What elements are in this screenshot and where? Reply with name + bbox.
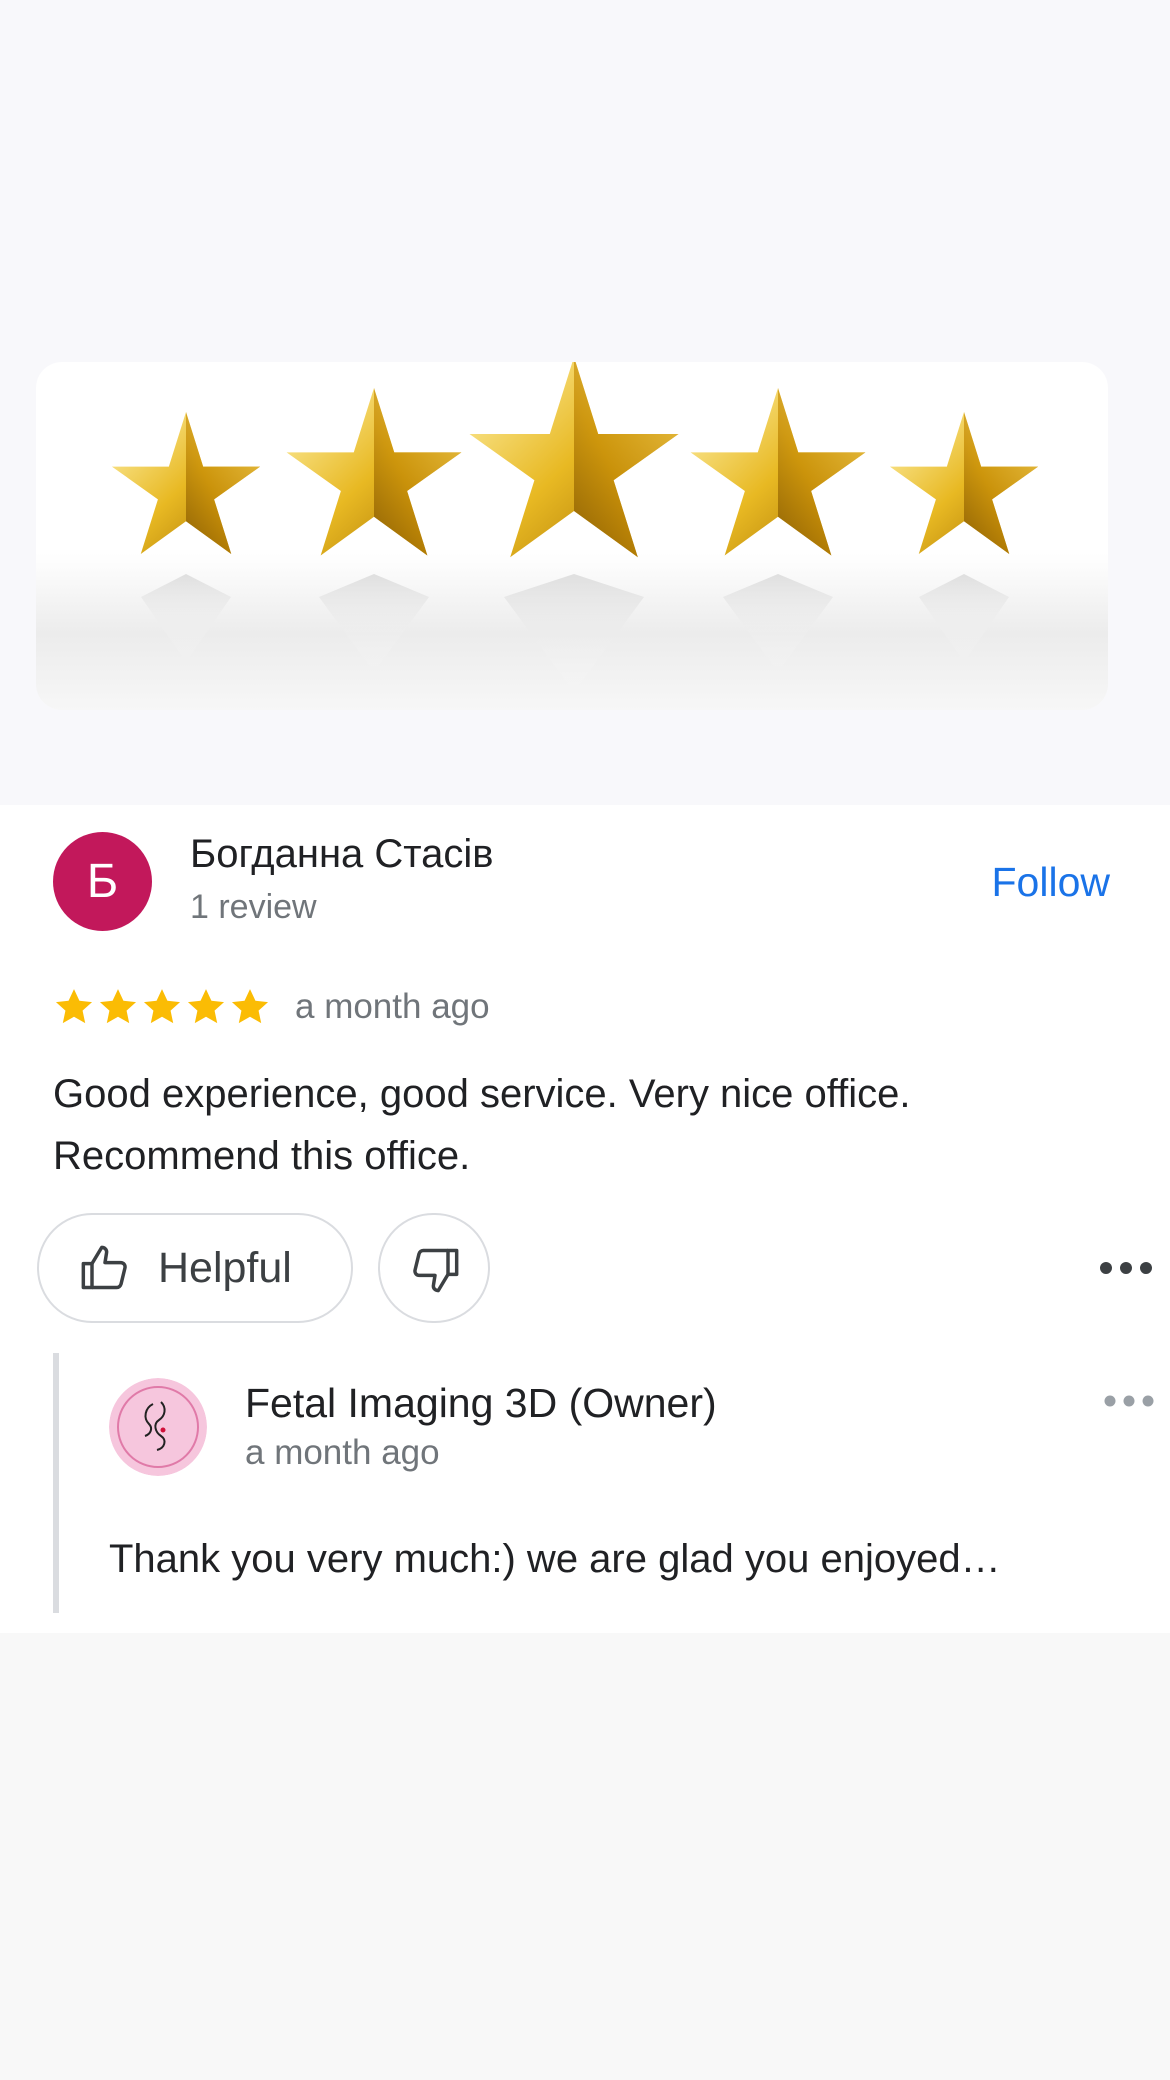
avatar-letter: Б [86,855,119,908]
review-photo-five-stars[interactable] [36,362,1108,710]
star-icon [53,985,95,1029]
owner-reply-time: a month ago [245,1433,440,1472]
reviewer-name[interactable]: Богданна Стасів [190,832,494,877]
owner-name: Fetal Imaging 3D (Owner) [245,1380,717,1426]
star-icon [229,985,271,1029]
reviewer-avatar[interactable]: Б [53,832,152,931]
owner-avatar[interactable] [109,1378,207,1476]
fetal-imaging-logo-icon [109,1378,207,1476]
star-icon [185,985,227,1029]
follow-button[interactable]: Follow [950,852,1110,912]
thumbs-down-icon [409,1244,461,1296]
star-rating [53,985,271,1031]
reply-more-options-icon[interactable] [1101,1389,1157,1413]
review-time: a month ago [295,987,490,1026]
reply-divider [53,1353,59,1613]
thumbs-up-icon [79,1242,131,1294]
review-text: Good experience, good service. Very nice… [53,1072,911,1178]
reviewer-review-count: 1 review [190,888,317,926]
helpful-button[interactable]: Helpful [37,1213,353,1323]
helpful-label: Helpful [158,1244,292,1292]
star-icon [97,985,139,1029]
star-icon [141,985,183,1029]
empty-background [0,1633,1170,2080]
owner-reply-text[interactable]: Thank you very much:) we are glad you en… [109,1537,1129,1582]
not-helpful-button[interactable] [378,1213,490,1323]
more-options-icon[interactable] [1096,1255,1156,1281]
five-gold-stars-image [111,362,1039,692]
